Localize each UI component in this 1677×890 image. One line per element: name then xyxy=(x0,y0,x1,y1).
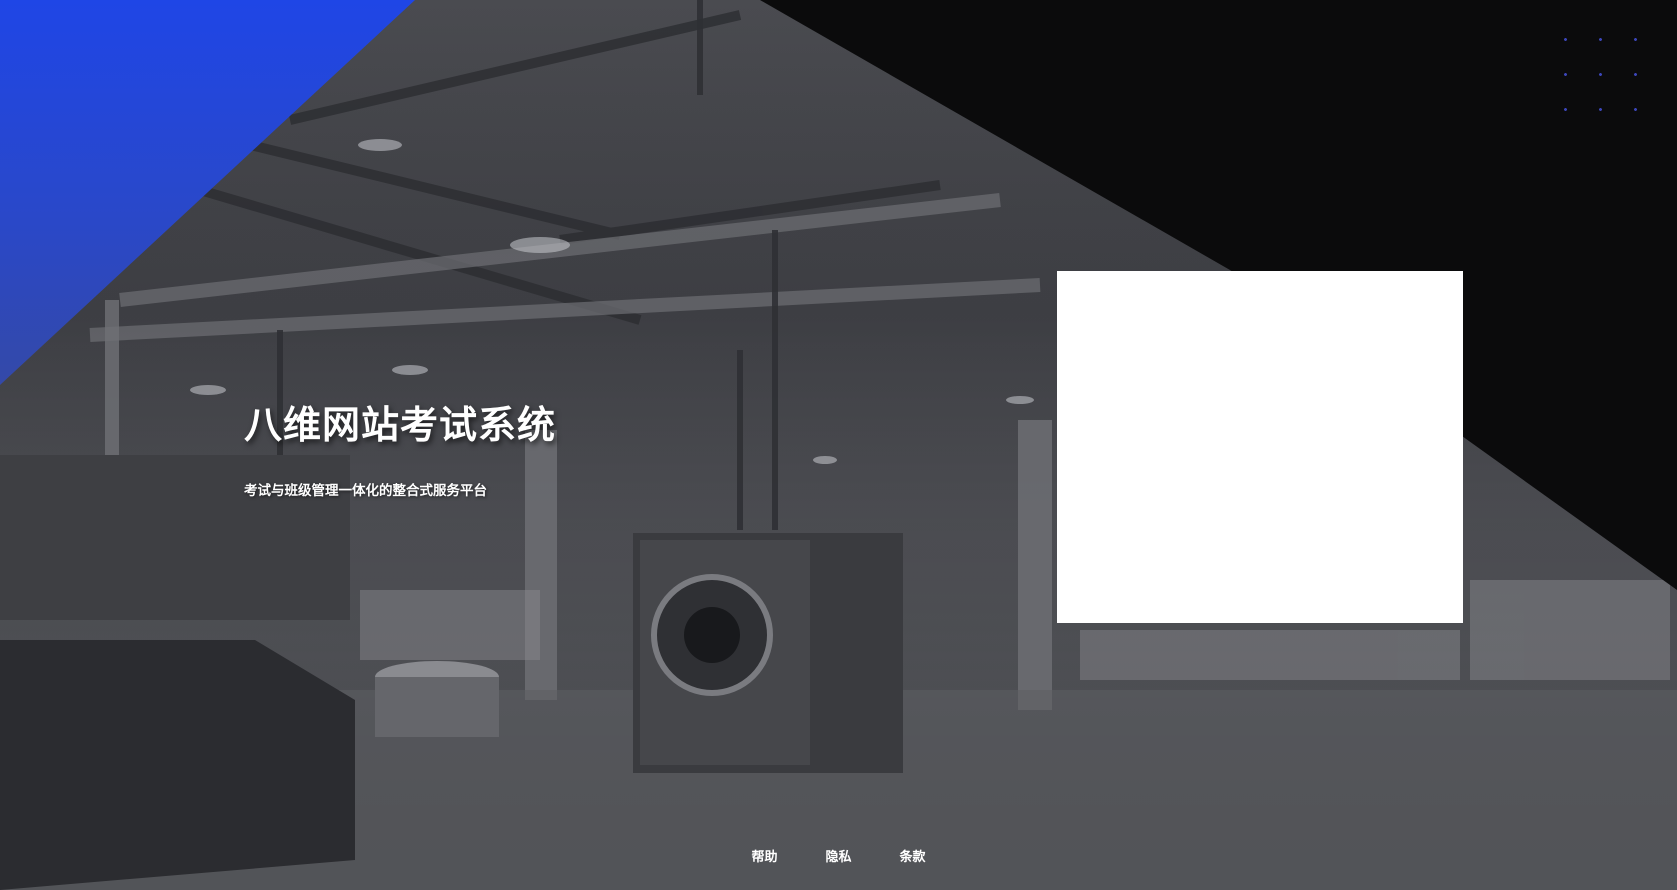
terms-link[interactable]: 条款 xyxy=(896,846,930,865)
login-page: 八维网站考试系统 考试与班级管理一体化的整合式服务平台 帮助 隐私 条款 xyxy=(0,0,1677,890)
dot-grid-decoration xyxy=(1548,22,1658,132)
page-subtitle: 考试与班级管理一体化的整合式服务平台 xyxy=(244,483,487,499)
help-link[interactable]: 帮助 xyxy=(747,846,781,865)
hero-section: 八维网站考试系统 考试与班级管理一体化的整合式服务平台 xyxy=(244,394,556,499)
footer-links: 帮助 隐私 条款 xyxy=(0,846,1677,865)
login-card xyxy=(1057,271,1463,623)
privacy-link[interactable]: 隐私 xyxy=(821,846,855,865)
page-title: 八维网站考试系统 xyxy=(244,403,557,447)
